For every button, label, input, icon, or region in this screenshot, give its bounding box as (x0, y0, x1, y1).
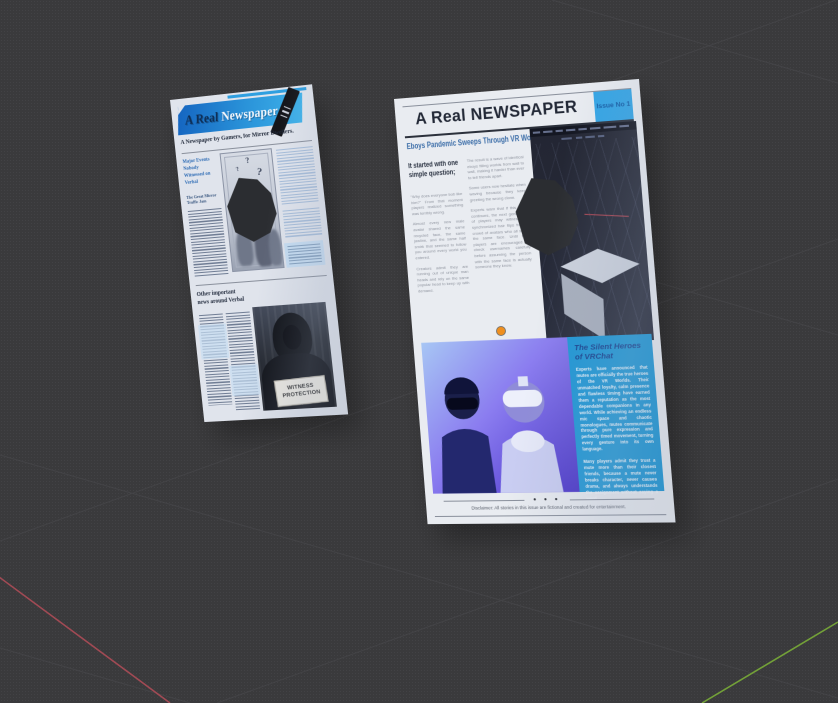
story1-right-column (283, 207, 323, 239)
paragraph: Creators admit they are running out of u… (416, 263, 470, 294)
highlight-box (198, 323, 229, 359)
paragraph: Almost every new male avatar shared the … (413, 219, 468, 261)
highlight-text (287, 243, 322, 264)
witness-protection-sign: WITNESS PROTECTION (274, 375, 329, 407)
headset-strap (518, 376, 529, 386)
lead-column-1: "Why does everyone bob like him?" From t… (410, 191, 470, 299)
issue-badge: Issue No 1 (593, 89, 634, 123)
object-origin-dot[interactable] (497, 327, 505, 335)
y-axis-line (702, 622, 838, 703)
paper-title: A Real Newspaper (185, 102, 278, 128)
newspaper-right[interactable]: A Real NEWSPAPER Issue No 1 Eboys Pandem… (394, 79, 676, 524)
paragraph: "Why does everyone bob like him?" From t… (410, 191, 463, 217)
grid-line (0, 648, 190, 703)
footer-dots: ● ● ● (426, 495, 674, 504)
witness-photo: WITNESS PROTECTION (252, 302, 337, 411)
vr-photo (421, 337, 579, 494)
story1-right-column (276, 146, 319, 204)
left-figure-body (438, 428, 497, 493)
divider (435, 514, 666, 517)
highlight-box (284, 240, 326, 268)
paragraph: Some users now hesitate when waving beca… (469, 182, 527, 203)
feature-heading: The Silent Heroes of VRChat (574, 341, 647, 361)
vr-headset (502, 390, 543, 408)
paragraph: The result is a wave of identical eboys … (466, 154, 525, 181)
divider (196, 275, 327, 286)
3d-viewport[interactable]: A Real Newspaper A Newspaper by Gamers, … (0, 0, 838, 703)
highlight-box (229, 364, 260, 396)
grid-line (552, 0, 838, 83)
feature-panel: The Silent Heroes of VRChat Experts have… (567, 334, 664, 492)
story2-headline: Other important news around Verbal (196, 287, 246, 307)
lead-kicker: It started with one simple question; (408, 158, 468, 180)
x-axis-line (0, 574, 170, 703)
feature-paragraph: Experts have announced that mutes are of… (576, 365, 655, 453)
question-mark: ? (257, 167, 263, 179)
footer-disclaimer: Disclaimer: All stories in this issue ar… (426, 504, 674, 512)
left-figure-visor (447, 397, 479, 410)
story1-subhead: The Great Mirror Traffic Jam (186, 192, 221, 206)
story1-headline: Major Events Nobody Witnessed on Verbal (182, 156, 218, 187)
vr-photo-art (421, 337, 579, 494)
story1-text-column (188, 208, 229, 277)
grid-line (0, 455, 838, 698)
